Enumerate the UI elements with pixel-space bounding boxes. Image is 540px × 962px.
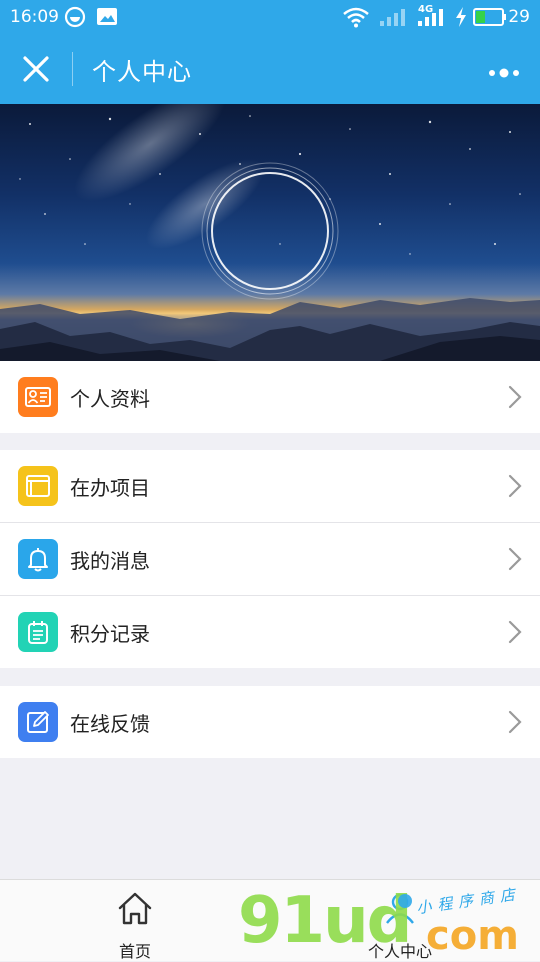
watermark-dot (398, 894, 412, 908)
chevron-right-icon (508, 620, 522, 644)
points-record-icon (18, 612, 58, 652)
bell-icon (18, 539, 58, 579)
folder-icon (18, 466, 58, 506)
menu-item-profile[interactable]: 个人资料 (0, 361, 540, 433)
watermark-domain: com (426, 913, 519, 959)
menu-group-feedback: 在线反馈 (0, 686, 540, 758)
app-notification-icon (64, 6, 86, 33)
chevron-right-icon (508, 710, 522, 734)
watermark-brand: 91ud (238, 884, 412, 958)
chevron-right-icon (508, 474, 522, 498)
more-dots-icon (489, 68, 519, 78)
menu-group-main: 在办项目 我的消息 积分记录 (0, 450, 540, 668)
battery-level: 29 (508, 7, 530, 27)
chevron-right-icon (508, 385, 522, 409)
close-button[interactable] (22, 55, 50, 83)
menu-label-messages: 我的消息 (70, 549, 150, 573)
tab-home[interactable]: 首页 (95, 888, 175, 961)
wifi-icon (343, 6, 369, 33)
chevron-right-icon (508, 547, 522, 571)
battery-icon (473, 6, 507, 33)
close-icon (23, 56, 49, 82)
image-notification-icon (96, 6, 118, 33)
menu-label-points: 积分记录 (70, 622, 150, 646)
signal-sim1-icon (378, 6, 408, 33)
edit-icon (18, 702, 58, 742)
network-type-label: 4G (418, 4, 434, 15)
title-bar: 个人中心 (0, 34, 540, 104)
status-bar: 16:09 4G 29 (0, 0, 540, 34)
menu-label-projects: 在办项目 (70, 476, 150, 500)
starry-sky-mountains-image (0, 104, 540, 361)
page-title: 个人中心 (92, 58, 192, 86)
status-time: 16:09 (10, 7, 59, 27)
signal-4g-icon: 4G (416, 4, 446, 33)
profile-banner (0, 104, 540, 361)
more-options-button[interactable] (488, 64, 520, 78)
watermark-logo: 91ud com 小程序商店 (238, 884, 528, 960)
profile-card-icon (18, 377, 58, 417)
menu-label-feedback: 在线反馈 (70, 712, 150, 736)
menu-label-profile: 个人资料 (70, 387, 150, 411)
menu-item-messages[interactable]: 我的消息 (0, 523, 540, 596)
charging-icon (454, 6, 468, 33)
tab-home-label: 首页 (118, 942, 151, 961)
menu-group-profile: 个人资料 (0, 361, 540, 433)
home-icon (118, 892, 152, 925)
menu-item-feedback[interactable]: 在线反馈 (0, 686, 540, 758)
menu-item-projects[interactable]: 在办项目 (0, 450, 540, 523)
title-divider (72, 52, 73, 86)
menu-item-points[interactable]: 积分记录 (0, 596, 540, 668)
